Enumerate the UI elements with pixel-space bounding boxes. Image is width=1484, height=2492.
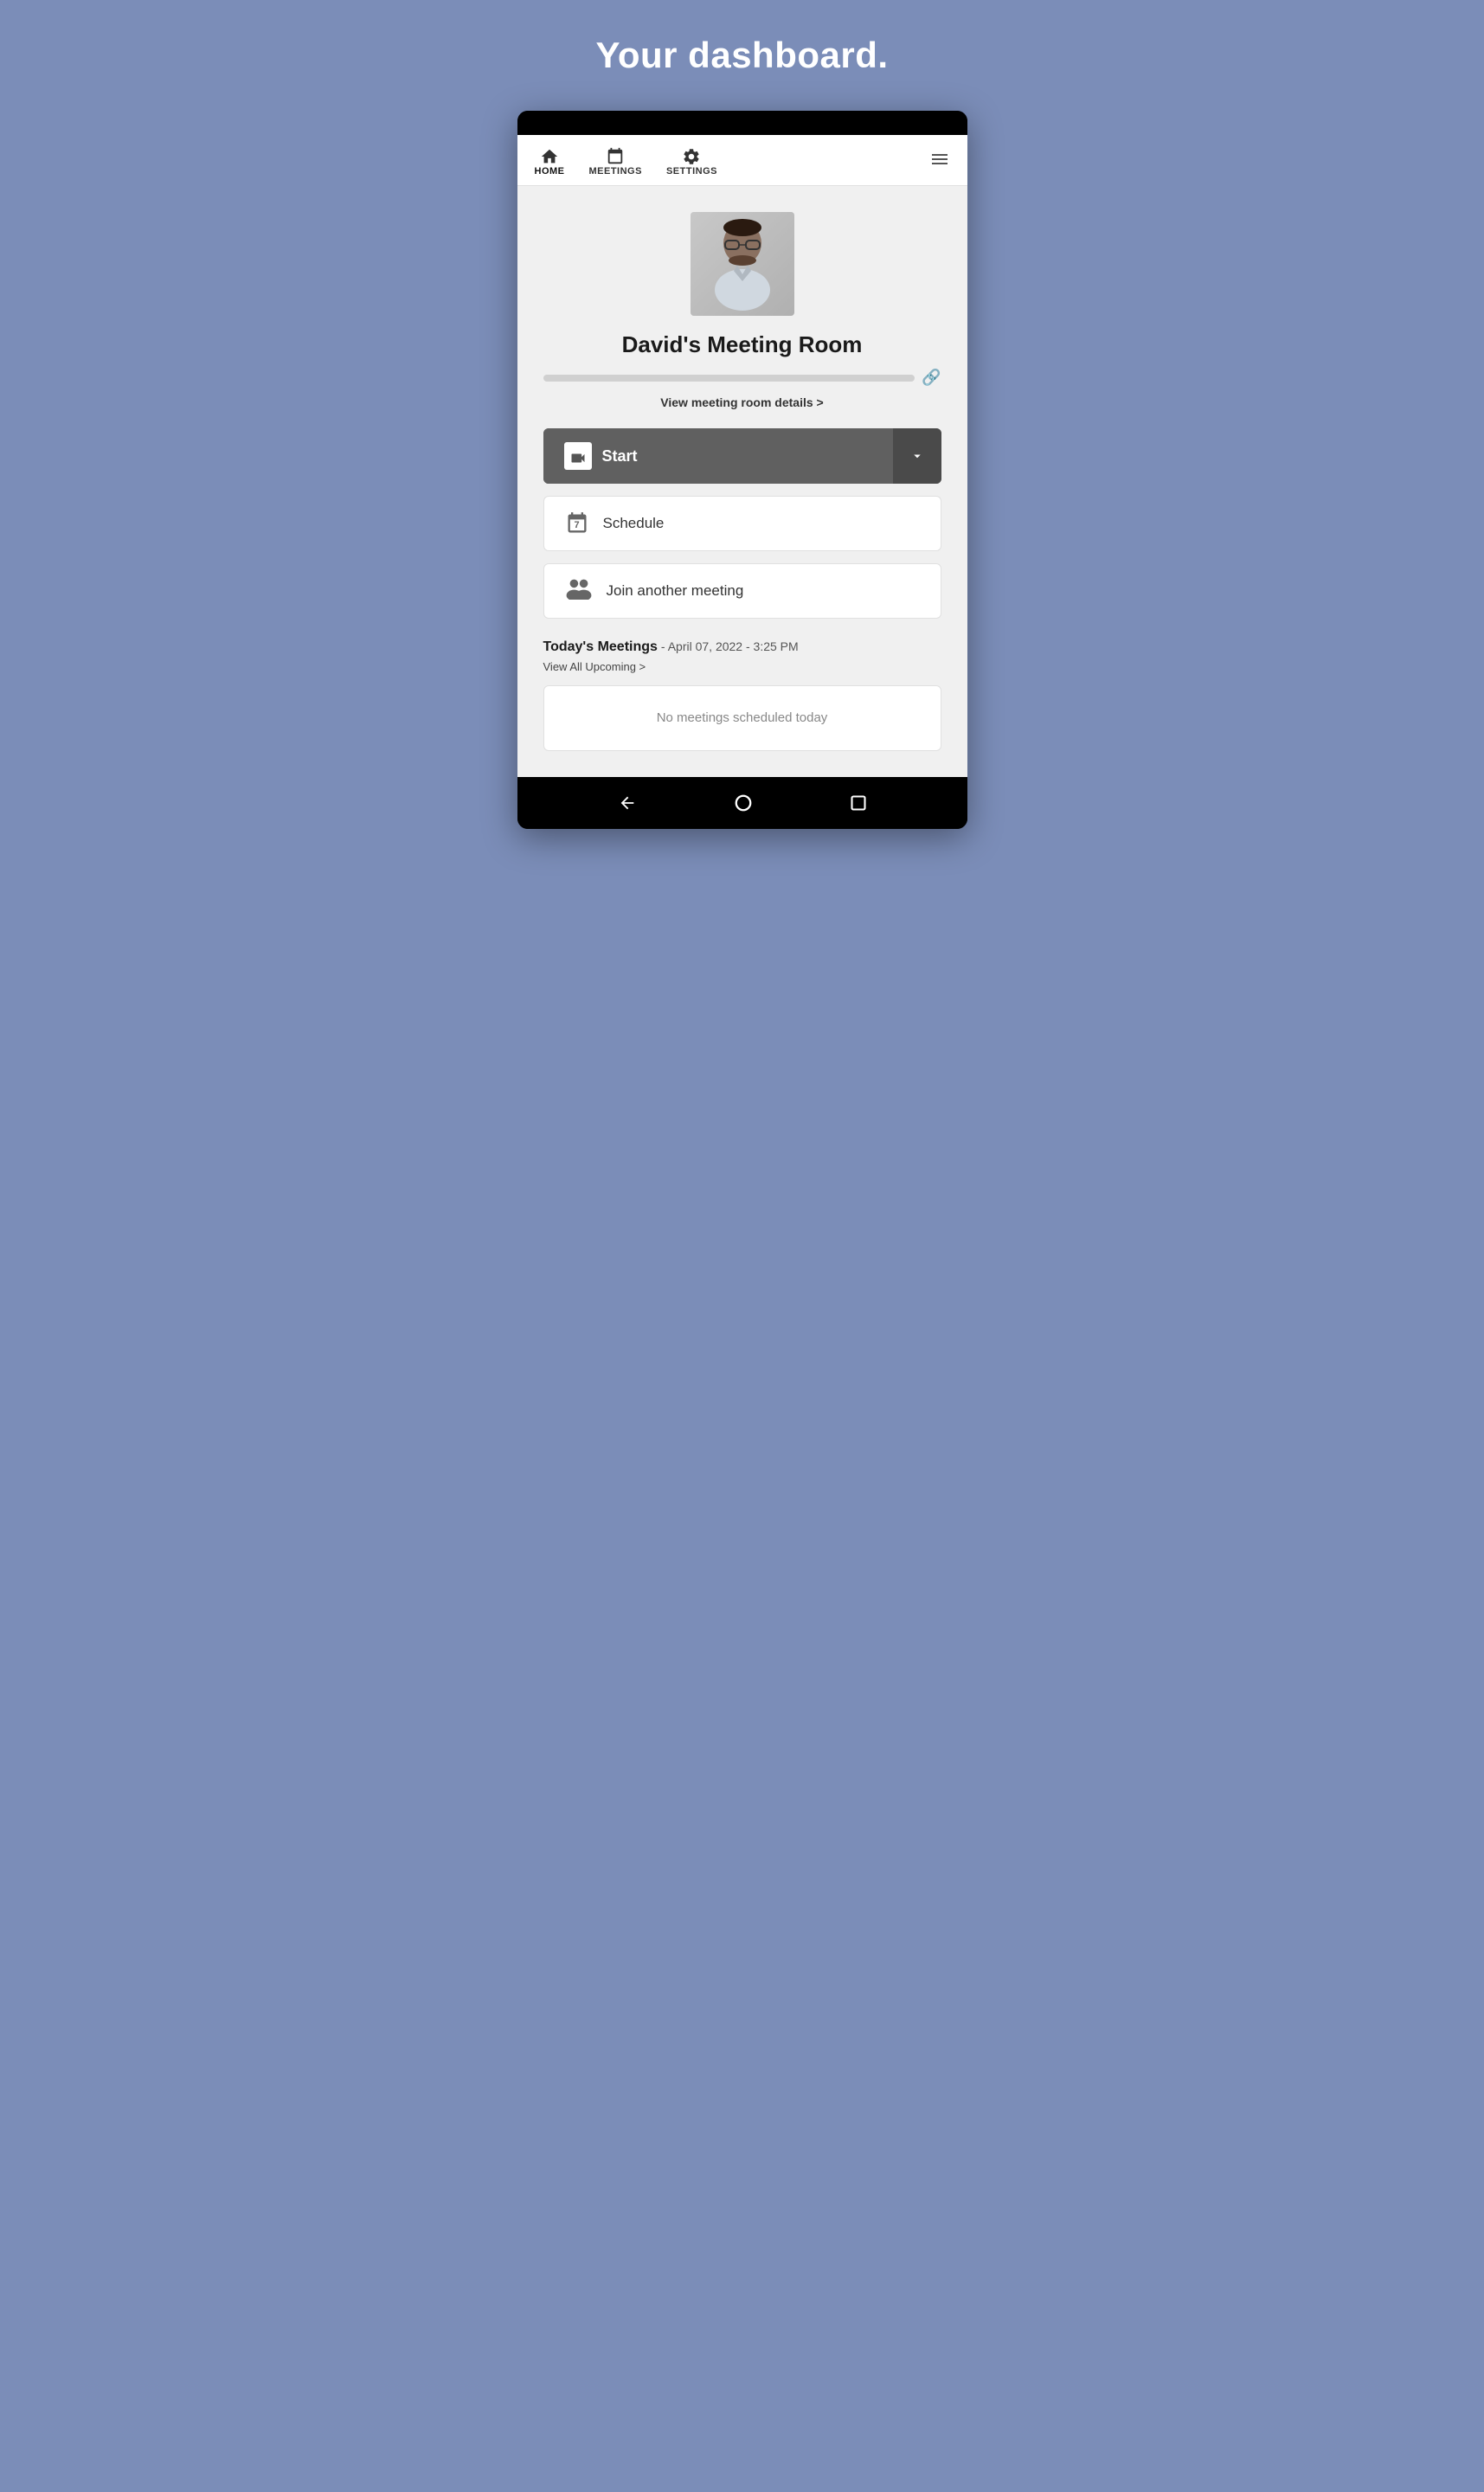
meetings-icon	[606, 147, 625, 166]
view-details-link[interactable]: View meeting room details >	[660, 395, 823, 409]
hamburger-menu[interactable]	[929, 149, 950, 175]
avatar-placeholder	[691, 212, 794, 316]
no-meetings-box: No meetings scheduled today	[543, 685, 941, 751]
start-button-row: Start	[543, 428, 941, 484]
calendar-date: 7	[574, 520, 579, 530]
top-nav: HOME MEETINGS SETTINGS	[517, 135, 967, 186]
link-icon: 🔗	[922, 369, 941, 387]
view-upcoming-link[interactable]: View All Upcoming >	[543, 660, 941, 673]
no-meetings-text: No meetings scheduled today	[657, 710, 828, 725]
room-name: David's Meeting Room	[622, 331, 863, 358]
people-icon	[565, 577, 593, 606]
person-silhouette	[699, 212, 786, 316]
video-icon-box	[564, 442, 592, 470]
back-button[interactable]	[618, 793, 637, 812]
recent-button[interactable]	[850, 794, 867, 812]
start-label: Start	[602, 447, 638, 466]
meeting-link-bar	[543, 375, 915, 382]
meetings-section-title: Today's Meetings	[543, 639, 658, 655]
nav-item-settings[interactable]: SETTINGS	[666, 147, 717, 177]
join-label: Join another meeting	[607, 582, 744, 600]
meetings-header: Today's Meetings - April 07, 2022 - 3:25…	[543, 639, 941, 655]
avatar	[691, 212, 794, 316]
start-dropdown-button[interactable]	[893, 428, 941, 484]
dropdown-arrow-icon	[909, 448, 925, 464]
settings-icon	[682, 147, 701, 166]
schedule-button[interactable]: 7 Schedule	[543, 496, 941, 551]
home-nav-label: HOME	[535, 166, 565, 177]
hamburger-icon	[929, 149, 950, 170]
page-title: Your dashboard.	[595, 35, 888, 76]
home-button[interactable]	[734, 793, 753, 812]
video-camera-icon	[569, 449, 587, 463]
meetings-nav-label: MEETINGS	[589, 166, 642, 177]
home-icon	[540, 147, 559, 166]
status-bar	[517, 111, 967, 135]
schedule-label: Schedule	[603, 515, 665, 532]
calendar-icon-wrap: 7	[565, 511, 589, 536]
phone-shell: HOME MEETINGS SETTINGS	[517, 111, 967, 829]
meetings-date: - April 07, 2022 - 3:25 PM	[661, 639, 799, 653]
nav-item-home[interactable]: HOME	[535, 147, 565, 177]
circle-icon	[734, 793, 753, 812]
settings-nav-label: SETTINGS	[666, 166, 717, 177]
bottom-bar	[517, 777, 967, 829]
square-icon	[850, 794, 867, 812]
nav-item-meetings[interactable]: MEETINGS	[589, 147, 642, 177]
start-button[interactable]: Start	[543, 428, 893, 484]
back-icon	[618, 793, 637, 812]
phone-screen: HOME MEETINGS SETTINGS	[517, 135, 967, 777]
join-meeting-button[interactable]: Join another meeting	[543, 563, 941, 619]
group-icon	[565, 577, 593, 600]
main-content: David's Meeting Room 🔗 View meeting room…	[517, 186, 967, 777]
link-row: 🔗	[543, 369, 941, 387]
